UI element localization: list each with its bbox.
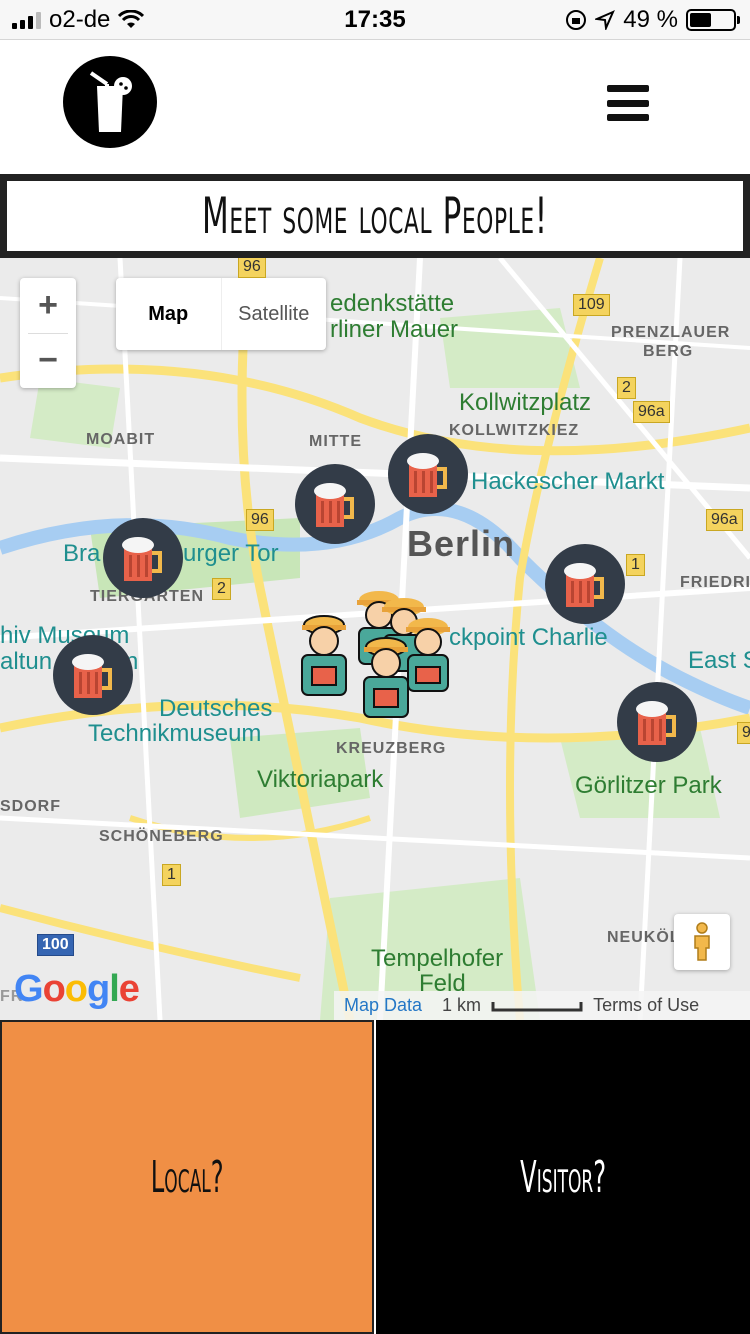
scale-bar xyxy=(491,1001,583,1011)
map-data-link[interactable]: Map Data xyxy=(334,995,432,1016)
map-label: East S xyxy=(688,647,750,674)
terms-link[interactable]: Terms of Use xyxy=(583,995,709,1016)
map-label: PRENZLAUER xyxy=(611,324,731,341)
map-label: NEUKÖL xyxy=(607,929,681,946)
beer-marker[interactable] xyxy=(295,464,375,544)
visitor-button[interactable]: Visitor? xyxy=(376,1020,750,1334)
map-label: BERG xyxy=(643,343,694,360)
zoom-out-button[interactable]: − xyxy=(20,333,76,388)
drink-glass-icon[interactable] xyxy=(63,56,157,148)
map-label: Hackescher Markt xyxy=(471,468,665,495)
map-type-toggle: Map Satellite xyxy=(116,278,326,350)
beer-mug-icon xyxy=(122,537,162,581)
beer-marker[interactable] xyxy=(53,635,133,715)
status-bar: o2-de 17:35 49 % xyxy=(0,0,750,40)
beer-mug-icon xyxy=(636,701,676,745)
map-label: FRIEDRIC xyxy=(680,574,750,591)
map-label: altun xyxy=(0,648,53,675)
map-label: KOLLWITZKIEZ xyxy=(449,422,580,439)
road-shield: 9 xyxy=(737,722,750,744)
app-header xyxy=(0,41,750,171)
map-label: SDORF xyxy=(0,798,61,815)
hamburger-menu-icon[interactable] xyxy=(607,85,649,121)
map-footer: Map Data 1 km Terms of Use xyxy=(334,991,750,1020)
person-icon xyxy=(301,615,347,696)
map-label: edenkstätte xyxy=(330,290,455,317)
road-shield: 1 xyxy=(626,554,645,576)
road-shield: 100 xyxy=(37,934,74,956)
beer-marker[interactable] xyxy=(617,682,697,762)
beer-mug-icon xyxy=(314,483,354,527)
map-type-satellite[interactable]: Satellite xyxy=(222,278,327,350)
scale-label: 1 km xyxy=(442,995,482,1015)
street-view-pegman-icon[interactable] xyxy=(674,914,730,970)
map[interactable]: + − Map Satellite edenkstätte rliner Mau… xyxy=(0,258,750,1020)
road-shield: 96 xyxy=(238,258,266,278)
map-label: Viktoriapark xyxy=(257,766,384,793)
beer-marker[interactable] xyxy=(545,544,625,624)
map-label: rliner Mauer xyxy=(330,316,459,343)
map-type-map[interactable]: Map xyxy=(116,278,222,350)
map-label: Görlitzer Park xyxy=(575,772,722,799)
road-shield: 2 xyxy=(617,377,636,399)
map-label: urger Tor xyxy=(183,540,279,567)
map-label: Technikmuseum xyxy=(88,720,262,747)
beer-marker[interactable] xyxy=(388,434,468,514)
map-label: Deutsches xyxy=(159,695,273,722)
road-shield: 109 xyxy=(573,294,610,316)
map-label: Tempelhofer xyxy=(371,945,504,972)
road-shield: 96a xyxy=(633,401,670,423)
person-icon xyxy=(406,618,450,692)
beer-mug-icon xyxy=(564,563,604,607)
page-title: Meet some local People! xyxy=(202,187,548,245)
banner: Meet some local People! xyxy=(0,174,750,258)
map-label: ckpoint Charlie xyxy=(449,624,608,651)
road-shield: 2 xyxy=(212,578,231,600)
map-label: MOABIT xyxy=(86,431,156,448)
map-label: Berlin xyxy=(407,523,516,564)
map-label: MITTE xyxy=(309,433,362,450)
google-logo: Google xyxy=(14,968,140,1010)
map-label: SCHÖNEBERG xyxy=(99,828,224,845)
zoom-control: + − xyxy=(20,278,76,388)
beer-mug-icon xyxy=(72,654,112,698)
beer-marker[interactable] xyxy=(103,518,183,598)
map-label: Bra xyxy=(63,540,101,567)
road-shield: 1 xyxy=(162,864,181,886)
person-icon xyxy=(363,637,409,718)
beer-mug-icon xyxy=(407,453,447,497)
map-label: KREUZBERG xyxy=(336,740,447,757)
location-arrow-icon xyxy=(595,10,616,30)
zoom-in-button[interactable]: + xyxy=(20,278,76,333)
local-label: Local? xyxy=(150,1151,224,1203)
battery-icon xyxy=(686,9,740,31)
people-marker-cluster[interactable] xyxy=(296,583,466,723)
local-button[interactable]: Local? xyxy=(0,1020,374,1334)
rotation-lock-icon xyxy=(566,10,587,30)
battery-percent: 49 % xyxy=(623,6,678,33)
road-shield: 96 xyxy=(246,509,274,531)
visitor-label: Visitor? xyxy=(520,1151,606,1203)
road-shield: 96a xyxy=(706,509,743,531)
map-label: Kollwitzplatz xyxy=(459,389,592,416)
